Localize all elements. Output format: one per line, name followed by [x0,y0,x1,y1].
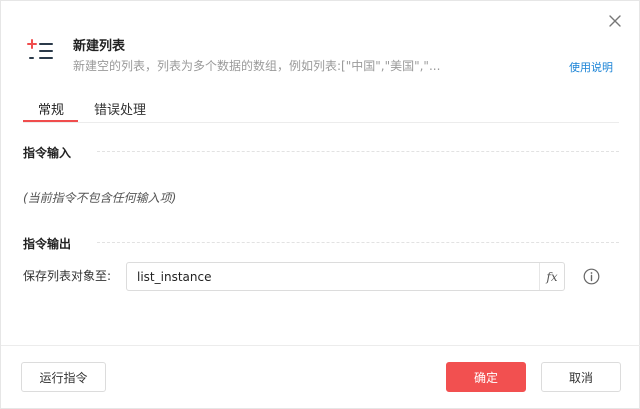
section-title-output: 指令输出 [23,237,72,251]
dialog-title: 新建列表 [73,39,126,54]
close-button[interactable] [605,11,625,31]
section-divider-input [97,151,619,152]
dialog-description: 新建空的列表，列表为多个数据的数组，例如列表:["中国","美国","... [73,59,441,73]
output-variable-input[interactable] [127,263,539,290]
help-link[interactable]: 使用说明 [569,59,613,75]
footer-divider [1,345,640,346]
fx-button[interactable]: fx [539,263,564,290]
close-icon [609,15,621,27]
section-title-input: 指令输入 [23,146,72,160]
ok-button[interactable]: 确定 [446,362,526,392]
list-add-icon [27,39,53,59]
tab-error-handling[interactable]: 错误处理 [94,99,146,118]
tab-divider [23,122,619,123]
empty-input-note: (当前指令不包含任何输入项) [23,191,177,205]
section-divider-output [97,242,619,243]
tab-general[interactable]: 常规 [38,99,64,118]
output-field-label: 保存列表对象至: [23,269,112,283]
output-variable-field: fx [126,262,565,291]
cancel-button[interactable]: 取消 [541,362,621,392]
new-list-dialog: 新建列表 新建空的列表，列表为多个数据的数组，例如列表:["中国","美国","… [0,0,640,409]
run-command-button[interactable]: 运行指令 [21,362,106,392]
info-icon[interactable] [583,268,600,285]
